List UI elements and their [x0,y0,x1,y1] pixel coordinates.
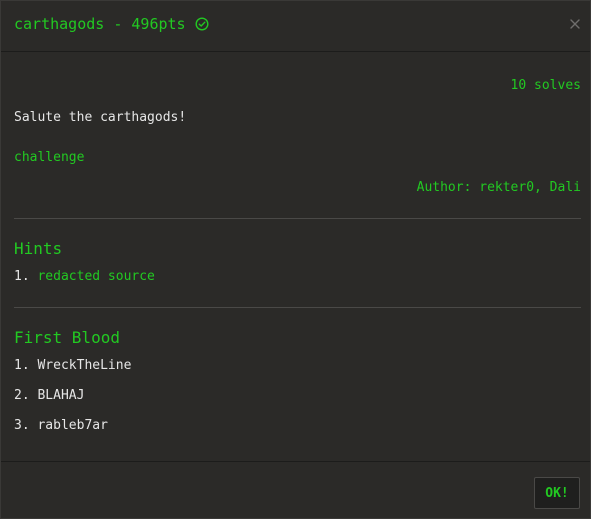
check-circle-icon [195,17,209,31]
modal-footer: OK! [1,461,590,519]
hint-item: 1. redacted source [14,269,155,284]
modal-header: carthagods - 496pts [1,1,590,52]
first-blood-item: 1. WreckTheLine [14,358,131,373]
challenge-title: carthagods - 496pts [14,15,186,33]
hint-index: 1. [14,269,30,284]
first-blood-title: First Blood [14,328,120,347]
first-blood-item: 2. BLAHAJ [14,388,84,403]
challenge-description: Salute the carthagods! [14,110,187,125]
first-blood-team: rableb7ar [37,418,108,433]
close-icon[interactable] [568,16,582,30]
challenge-author: Author: rekter0, Dali [416,180,581,195]
ok-button[interactable]: OK! [534,477,580,509]
hints-title: Hints [14,239,63,258]
modal-title: carthagods - 496pts [14,15,209,33]
hint-link[interactable]: redacted source [37,269,154,284]
divider [14,307,581,308]
first-blood-team: BLAHAJ [37,388,85,403]
first-blood-index: 3. [14,418,30,433]
first-blood-index: 1. [14,358,30,373]
challenge-modal: carthagods - 496pts 10 solves Salute the… [0,0,591,519]
first-blood-index: 2. [14,388,30,403]
divider [14,218,581,219]
first-blood-team: WreckTheLine [37,358,132,373]
solves-count[interactable]: 10 solves [511,78,581,93]
first-blood-item: 3. rableb7ar [14,418,108,433]
challenge-link[interactable]: challenge [14,150,84,165]
